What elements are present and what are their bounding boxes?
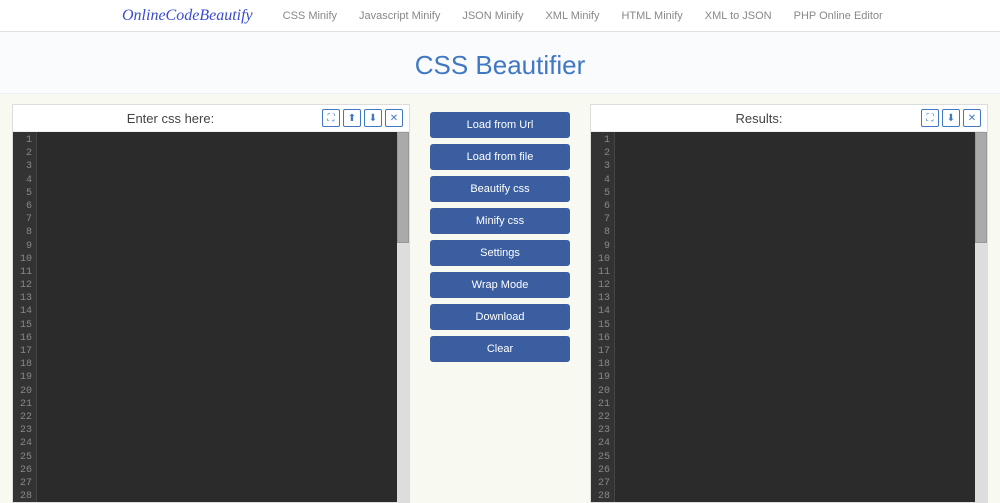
download-icon[interactable]: ⬇ <box>942 109 960 127</box>
load-url-button[interactable]: Load from Url <box>430 112 570 138</box>
input-editor[interactable]: 1234567891011121314151617181920212223242… <box>13 132 409 502</box>
output-panel-toolbar: ⛶ ⬇ ✕ <box>921 109 981 127</box>
load-file-button[interactable]: Load from file <box>430 144 570 170</box>
output-gutter: 1234567891011121314151617181920212223242… <box>591 132 615 502</box>
nav-link-4[interactable]: HTML Minify <box>621 10 682 22</box>
close-icon[interactable]: ✕ <box>963 109 981 127</box>
settings-button[interactable]: Settings <box>430 240 570 266</box>
download-icon[interactable]: ⬇ <box>364 109 382 127</box>
nav-link-2[interactable]: JSON Minify <box>462 10 523 22</box>
output-editor-body[interactable] <box>615 132 987 502</box>
site-logo[interactable]: OnlineCodeBeautify <box>122 7 253 25</box>
clear-button[interactable]: Clear <box>430 336 570 362</box>
nav-link-1[interactable]: Javascript Minify <box>359 10 440 22</box>
input-panel: Enter css here: ⛶ ⬆ ⬇ ✕ 1234567891011121… <box>12 104 410 503</box>
output-editor[interactable]: 1234567891011121314151617181920212223242… <box>591 132 987 502</box>
nav-link-3[interactable]: XML Minify <box>545 10 599 22</box>
wrap-mode-button[interactable]: Wrap Mode <box>430 272 570 298</box>
output-panel-header: Results: ⛶ ⬇ ✕ <box>591 105 987 132</box>
input-panel-title: Enter css here: <box>19 111 322 126</box>
nav-link-5[interactable]: XML to JSON <box>705 10 772 22</box>
upload-icon[interactable]: ⬆ <box>343 109 361 127</box>
action-column: Load from Url Load from file Beautify cs… <box>420 104 580 503</box>
nav-links: CSS Minify Javascript Minify JSON Minify… <box>283 10 883 22</box>
main-container: Enter css here: ⛶ ⬆ ⬇ ✕ 1234567891011121… <box>0 93 1000 503</box>
scrollbar-thumb[interactable] <box>975 132 987 243</box>
output-panel-title: Results: <box>597 111 921 126</box>
nav-link-6[interactable]: PHP Online Editor <box>794 10 883 22</box>
input-editor-body[interactable] <box>37 132 409 502</box>
output-panel: Results: ⛶ ⬇ ✕ 1234567891011121314151617… <box>590 104 988 503</box>
download-button[interactable]: Download <box>430 304 570 330</box>
input-gutter: 1234567891011121314151617181920212223242… <box>13 132 37 502</box>
expand-icon[interactable]: ⛶ <box>322 109 340 127</box>
top-navigation: OnlineCodeBeautify CSS Minify Javascript… <box>0 0 1000 32</box>
input-panel-header: Enter css here: ⛶ ⬆ ⬇ ✕ <box>13 105 409 132</box>
beautify-button[interactable]: Beautify css <box>430 176 570 202</box>
minify-button[interactable]: Minify css <box>430 208 570 234</box>
nav-link-0[interactable]: CSS Minify <box>283 10 337 22</box>
expand-icon[interactable]: ⛶ <box>921 109 939 127</box>
output-scrollbar[interactable] <box>975 132 987 502</box>
scrollbar-thumb[interactable] <box>397 132 409 243</box>
input-scrollbar[interactable] <box>397 132 409 502</box>
input-panel-toolbar: ⛶ ⬆ ⬇ ✕ <box>322 109 403 127</box>
close-icon[interactable]: ✕ <box>385 109 403 127</box>
page-title: CSS Beautifier <box>0 50 1000 81</box>
